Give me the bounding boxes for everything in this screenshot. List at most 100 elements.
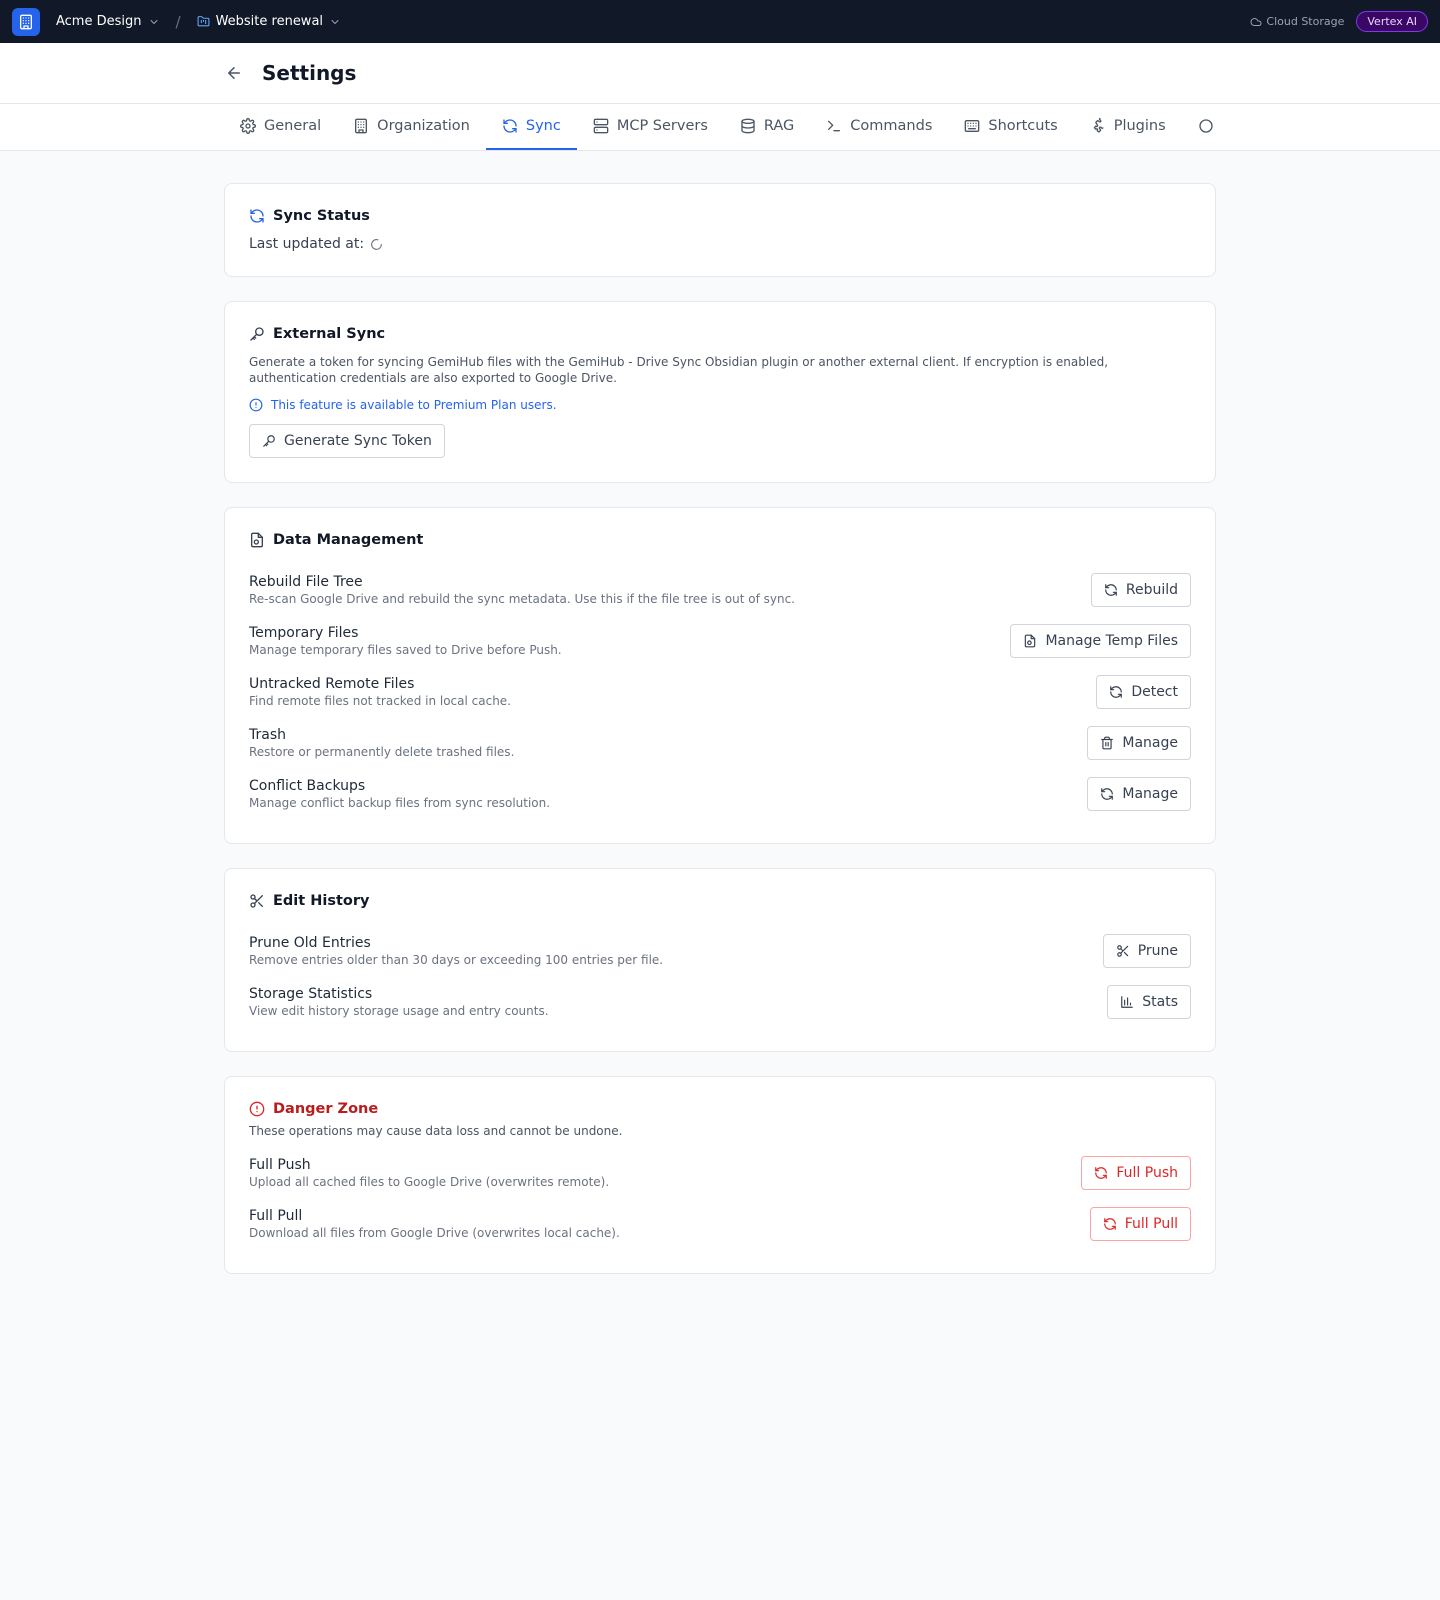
manage-temp-files-button[interactable]: Manage Temp Files	[1010, 623, 1191, 658]
setting-row-prune-old-entries: Prune Old Entries Remove entries older t…	[249, 925, 1191, 976]
button-label: Detect	[1131, 683, 1178, 700]
row-description: Manage temporary files saved to Drive be…	[249, 642, 562, 657]
tab-label: RAG	[763, 118, 795, 134]
card-title-text: Sync Status	[273, 208, 370, 224]
row-label: Conflict Backups	[249, 777, 366, 794]
button-label: Stats	[1142, 993, 1178, 1010]
database-icon	[741, 118, 755, 134]
scissors-icon	[250, 894, 263, 908]
file-sync-icon	[1025, 634, 1036, 647]
row-description: Download all files from Google Drive (ov…	[249, 1225, 620, 1240]
sync-icon	[1110, 685, 1123, 698]
row-label: Trash	[249, 726, 286, 743]
building-icon	[20, 14, 32, 29]
danger-zone-rows: Full Push Upload all cached files to Goo…	[249, 1147, 1191, 1249]
arrow-left-icon	[228, 67, 240, 79]
tab-general[interactable]: General	[224, 104, 337, 150]
ai-provider-badge[interactable]: Vertex AI	[1356, 11, 1428, 32]
row-label: Rebuild File Tree	[249, 573, 363, 590]
tab-shortcuts[interactable]: Shortcuts	[948, 104, 1073, 150]
page-title: Settings	[262, 61, 357, 85]
tab-sync[interactable]: Sync	[485, 104, 577, 150]
row-description: Upload all cached files to Google Drive …	[249, 1174, 610, 1189]
last-updated-label: Last updated at:	[249, 236, 365, 252]
row-label: Storage Statistics	[249, 985, 373, 1002]
button-label: Manage	[1122, 785, 1178, 802]
project-switcher[interactable]: Website renewal	[197, 14, 341, 29]
settings-content: Sync Status Last updated at: External Sy…	[224, 183, 1216, 1274]
full-push-button[interactable]: Full Push	[1081, 1155, 1191, 1190]
tab-label: Sync	[525, 118, 561, 134]
loading-spinner-icon	[371, 238, 382, 250]
row-description: Manage conflict backup files from sync r…	[249, 795, 551, 810]
breadcrumb-separator: /	[175, 12, 181, 31]
settings-tabs: General Organization Sync MCP Servers RA…	[224, 104, 1218, 150]
building-icon	[355, 118, 368, 134]
org-logo[interactable]	[12, 7, 40, 36]
chevron-down-icon	[331, 19, 339, 24]
tab-mcp-servers[interactable]: MCP Servers	[577, 104, 724, 150]
button-label: Prune	[1137, 942, 1178, 959]
tab-commands[interactable]: Commands	[810, 104, 948, 150]
sync-icon	[503, 119, 517, 133]
danger-zone-title: Danger Zone	[249, 1101, 1191, 1117]
rebuild-button[interactable]: Rebuild	[1090, 572, 1191, 607]
bar-chart-icon	[1121, 995, 1134, 1008]
button-label: Rebuild	[1125, 581, 1178, 598]
org-name: Acme Design	[56, 14, 142, 29]
last-updated: Last updated at:	[249, 236, 1191, 252]
prune-button[interactable]: Prune	[1102, 933, 1191, 968]
premium-notice: This feature is available to Premium Pla…	[249, 398, 1191, 412]
manage-trash-button[interactable]: Manage	[1087, 725, 1191, 760]
puzzle-icon	[1093, 118, 1104, 133]
setting-row-temporary-files: Temporary Files Manage temporary files s…	[249, 615, 1191, 666]
tab-rag[interactable]: RAG	[724, 104, 810, 150]
full-pull-button[interactable]: Full Pull	[1089, 1206, 1191, 1241]
sync-icon	[250, 209, 264, 223]
tab-label: Plugins	[1113, 118, 1166, 134]
stats-button[interactable]: Stats	[1107, 984, 1191, 1019]
row-label: Full Push	[249, 1156, 311, 1173]
back-button[interactable]	[224, 63, 244, 83]
tab-label: Shortcuts	[988, 118, 1058, 134]
tab-plugins[interactable]: Plugins	[1074, 104, 1182, 150]
external-sync-card: External Sync Generate a token for synci…	[224, 301, 1216, 483]
key-icon	[263, 435, 275, 447]
row-label: Prune Old Entries	[249, 934, 371, 951]
info-icon	[249, 398, 263, 412]
page-header: Settings	[0, 43, 1440, 104]
cloud-icon	[1250, 17, 1262, 26]
button-label: Full Push	[1116, 1164, 1178, 1181]
org-switcher[interactable]: Acme Design	[56, 14, 160, 29]
detect-button[interactable]: Detect	[1096, 674, 1191, 709]
setting-row-untracked-remote-files: Untracked Remote Files Find remote files…	[249, 666, 1191, 717]
row-description: Remove entries older than 30 days or exc…	[249, 952, 664, 967]
external-sync-title: External Sync	[249, 326, 1191, 342]
setting-row-full-pull: Full Pull Download all files from Google…	[249, 1198, 1191, 1249]
setting-row-storage-statistics: Storage Statistics View edit history sto…	[249, 976, 1191, 1027]
card-title-text: Danger Zone	[273, 1101, 379, 1117]
sync-icon	[1095, 1166, 1108, 1179]
edit-history-title: Edit History	[249, 893, 1191, 909]
tab-label: MCP Servers	[616, 118, 708, 134]
sync-icon	[1101, 787, 1114, 800]
generate-sync-token-button[interactable]: Generate Sync Token	[249, 424, 445, 458]
tab-label: Organization	[377, 118, 470, 134]
row-description: Restore or permanently delete trashed fi…	[249, 744, 515, 759]
file-sync-icon	[251, 532, 263, 548]
tab-overflow[interactable]	[1182, 104, 1218, 150]
button-label: Manage	[1122, 734, 1178, 751]
edit-history-card: Edit History Prune Old Entries Remove en…	[224, 868, 1216, 1052]
sync-status-card: Sync Status Last updated at:	[224, 183, 1216, 277]
row-label: Full Pull	[249, 1207, 303, 1224]
row-label: Untracked Remote Files	[249, 675, 415, 692]
button-label: Manage Temp Files	[1045, 632, 1178, 649]
tab-organization[interactable]: Organization	[337, 104, 486, 150]
card-title-text: Edit History	[273, 893, 370, 909]
alert-circle-icon	[249, 1101, 265, 1117]
setting-row-rebuild-file-tree: Rebuild File Tree Re-scan Google Drive a…	[249, 564, 1191, 615]
manage-conflict-backups-button[interactable]: Manage	[1087, 776, 1191, 811]
keyboard-icon	[965, 120, 980, 132]
key-icon	[250, 327, 264, 341]
storage-label: Cloud Storage	[1266, 15, 1345, 28]
